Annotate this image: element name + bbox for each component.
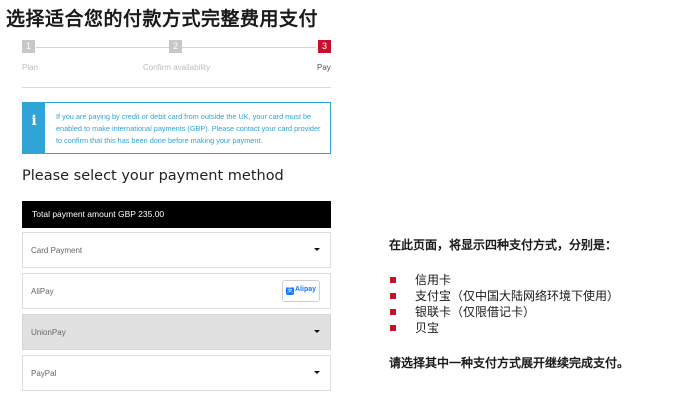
bullet-icon	[390, 325, 396, 331]
alipay-badge-text: Alipay	[295, 286, 317, 293]
list-item: 银联卡（仅限借记卡）	[389, 304, 619, 320]
list-item-text: 信用卡	[415, 273, 452, 287]
step-1-number: 1	[22, 40, 35, 53]
payment-method-paypal[interactable]: PayPal	[22, 355, 331, 391]
alipay-logo-icon: 支	[286, 287, 294, 295]
list-item: 信用卡	[389, 272, 619, 288]
payment-method-heading: Please select your payment method	[22, 168, 284, 184]
payment-method-label: AliPay	[31, 287, 54, 296]
payment-method-alipay[interactable]: AliPay 支 Alipay	[22, 273, 331, 309]
progress-stepper: 1 2 3 Plan Confirm availability Pay	[22, 40, 331, 88]
payment-method-label: Card Payment	[31, 246, 83, 255]
chevron-down-icon[interactable]	[314, 248, 320, 251]
payment-options-list: 信用卡 支付宝（仅中国大陆网络环境下使用） 银联卡（仅限借记卡） 贝宝	[389, 272, 619, 336]
bullet-icon	[390, 277, 396, 283]
step-3-label: Pay	[317, 63, 331, 72]
step-3-number: 3	[318, 40, 331, 53]
total-amount-text: Total payment amount GBP 235.00	[32, 209, 165, 219]
payment-method-label: UnionPay	[31, 328, 66, 337]
step-1-label: Plan	[22, 63, 39, 72]
list-item-text: 银联卡（仅限借记卡）	[415, 305, 536, 319]
total-amount-bar: Total payment amount GBP 235.00	[22, 201, 331, 228]
step-2-label: Confirm availability	[143, 63, 211, 72]
payment-method-label: PayPal	[31, 369, 57, 378]
info-icon-column: i	[23, 103, 45, 153]
payment-method-card[interactable]: Card Payment	[22, 232, 331, 268]
chevron-down-icon[interactable]	[314, 371, 320, 374]
notes-intro: 在此页面，将显示四种支付方式，分别是：	[389, 238, 618, 252]
list-item-text: 支付宝（仅中国大陆网络环境下使用）	[415, 289, 620, 303]
notice-text: If you are paying by credit or debit car…	[56, 112, 321, 145]
list-item-text: 贝宝	[415, 321, 440, 335]
stepper-connector	[36, 47, 176, 48]
bullet-icon	[390, 293, 396, 299]
info-icon: i	[31, 113, 37, 129]
stepper-connector	[182, 47, 316, 48]
step-2-number: 2	[169, 40, 182, 53]
page-title: 选择适合您的付款方式完整费用支付	[6, 8, 319, 30]
list-item: 贝宝	[389, 320, 619, 336]
notes-outro: 请选择其中一种支付方式展开继续完成支付。	[389, 356, 630, 370]
international-payment-notice: i If you are paying by credit or debit c…	[22, 102, 331, 154]
bullet-icon	[390, 309, 396, 315]
alipay-badge: 支 Alipay	[282, 280, 320, 302]
chevron-down-icon[interactable]	[314, 330, 320, 333]
payment-method-unionpay[interactable]: UnionPay	[22, 314, 331, 350]
list-item: 支付宝（仅中国大陆网络环境下使用）	[389, 288, 619, 304]
